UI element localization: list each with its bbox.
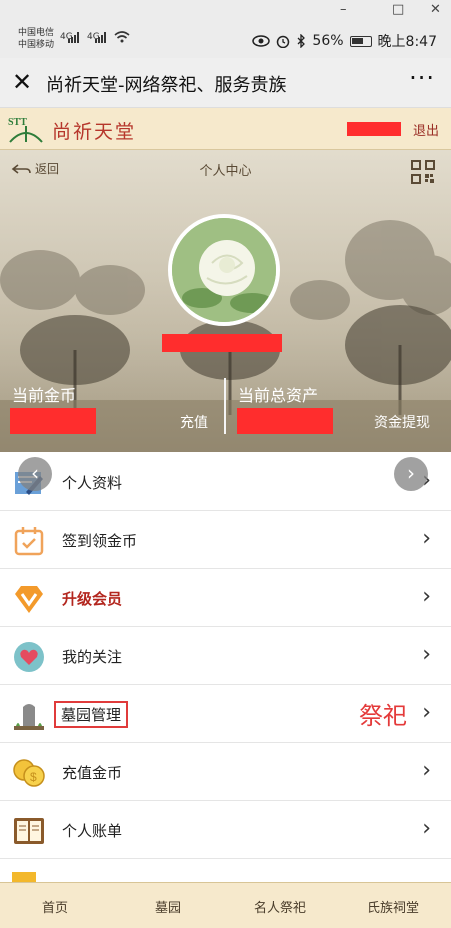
ledger-book-icon [14,818,44,844]
bottom-nav: 首页 墓园 名人祭祀 氏族祠堂 [0,882,451,928]
status-right: 56% 晚上8:47 [252,31,437,51]
browser-window-bar: – □ ✕ [0,0,451,22]
recharge-link[interactable]: 充值 [180,412,208,432]
menu-item-checkin[interactable]: 签到领金币 › [0,512,451,569]
white-rose-image [172,218,276,322]
profile-hero: 返回 个人中心 当前金币 充值 当前总资产 资金提现 [0,150,451,452]
tab-clan-hall[interactable]: 氏族祠堂 [348,897,438,916]
minimize-button[interactable]: – [340,2,347,17]
section-title: 个人中心 [199,164,252,179]
menu-item-cemetery[interactable]: 墓园管理 祭祀 › [0,686,451,743]
coins-label: 当前金币 [12,386,77,405]
menu-item-label: 我的关注 [62,648,123,666]
redacted-username [347,122,401,136]
redacted-assets-value [237,408,333,434]
signal-icon-2 [95,32,106,43]
menu-item-recharge[interactable]: $ 充值金币 › [0,744,451,801]
maximize-button[interactable]: □ [392,2,404,17]
page-title: 尚祈天堂-网络祭祀、服务贵族 [46,75,287,96]
site-header: STT 尚祈天堂 退出 [0,108,451,150]
menu-item-label: 墓园管理 [54,701,129,728]
carousel-next-button[interactable]: › [394,457,428,491]
tab-celebrity-memorial[interactable]: 名人祭祀 [235,897,325,916]
logout-link[interactable]: 退出 [413,120,439,139]
wifi-icon [114,31,130,43]
logo-text: 尚祈天堂 [52,121,137,143]
menu-item-profile[interactable]: 个人资料 › [0,454,451,511]
chevron-right-icon: › [422,526,431,551]
eye-icon [252,35,271,47]
redacted-coins-value [10,408,96,434]
carrier-2: 中国移动 [18,40,55,50]
menu-item-label: 充值金币 [62,764,123,782]
chevron-right-icon: › [422,642,431,667]
svg-text:$: $ [30,770,37,784]
menu-item-label: 个人账单 [62,822,123,840]
chevron-right-icon: › [422,584,431,609]
redacted-nickname [162,334,282,352]
menu-item-label: 升级会员 [62,590,123,608]
chevron-right-icon: › [422,758,431,783]
bluetooth-icon [297,34,306,48]
withdraw-link[interactable]: 资金提现 [374,412,430,432]
carrier-1: 中国电信 [18,28,55,38]
close-icon[interactable]: ✕ [12,68,32,96]
heart-icon [14,642,44,672]
menu-item-label: 签到领金币 [62,532,138,550]
calendar-checkin-icon [14,527,44,556]
menu-item-partial [0,860,451,882]
assets-label: 当前总资产 [238,386,319,405]
logo-icon: STT [8,117,43,143]
alarm-icon [277,35,290,48]
tab-home[interactable]: 首页 [10,897,100,916]
app-title-bar: ✕ 尚祈天堂-网络祭祀、服务贵族 ··· [0,58,451,108]
chevron-right-icon: › [422,816,431,841]
tombstone-icon [14,704,44,730]
qr-code-icon[interactable] [411,160,435,184]
signal-icon [68,32,79,43]
battery-percent: 56% [312,33,344,49]
tab-cemetery[interactable]: 墓园 [123,897,213,916]
battery-icon [349,35,372,47]
carrier-info: 中国电信 中国移动 [18,27,54,51]
coins-icon: $ [13,759,45,787]
menu-item-follow[interactable]: 我的关注 › [0,628,451,685]
menu-item-bill[interactable]: 个人账单 › [0,802,451,859]
sacrifice-label: 祭祀 [359,702,407,730]
avatar[interactable] [168,214,280,326]
menu-item-label: 个人资料 [62,474,123,492]
chevron-right-icon: › [422,700,431,725]
status-bar: 中国电信 中国移动 4G 4G 56% 晚上8:47 [0,22,451,58]
partial-menu-icon [12,872,36,882]
more-menu-button[interactable]: ··· [409,64,435,92]
menu-item-vip[interactable]: 升级会员 › [0,570,451,627]
vip-badge-icon [15,586,43,613]
logo-mark-text: STT [8,117,27,128]
window-close-button[interactable]: ✕ [430,2,441,17]
clock: 晚上8:47 [377,34,437,50]
carousel-prev-button[interactable]: ‹ [18,457,52,491]
stats-divider [224,378,226,434]
